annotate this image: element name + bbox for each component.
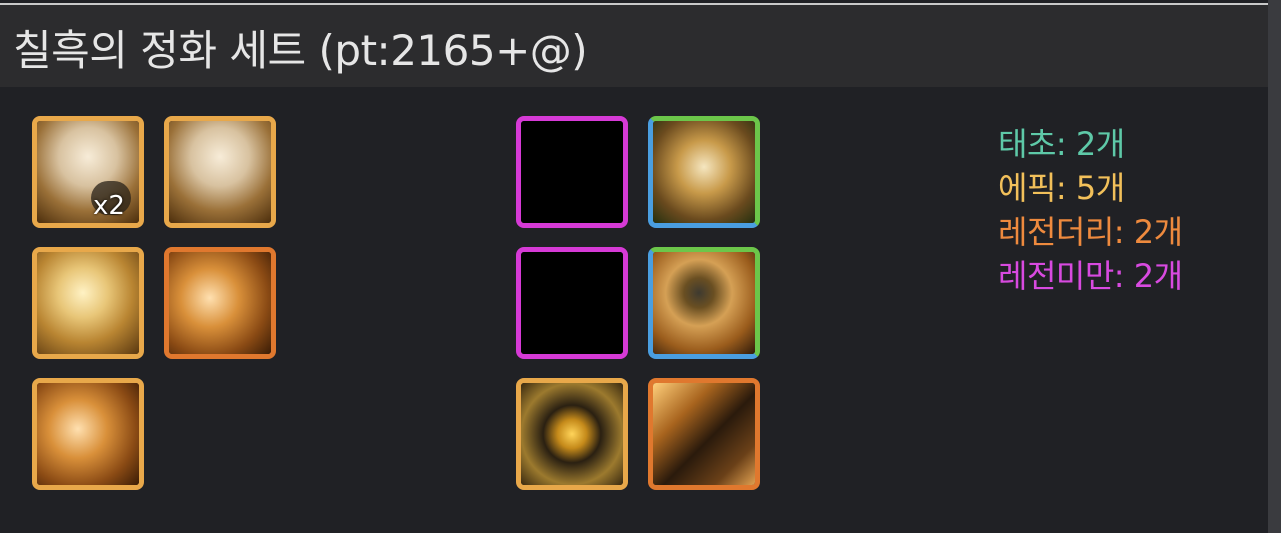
equipment-slot-empty-2[interactable] bbox=[516, 247, 628, 359]
set-header: 칠흑의 정화 세트 (pt:2165+@) bbox=[0, 5, 1268, 87]
equipment-slot-bottom[interactable] bbox=[32, 247, 144, 359]
equipment-slot-book[interactable] bbox=[648, 378, 760, 490]
pants-armor-icon bbox=[37, 252, 139, 354]
ring-icon bbox=[653, 252, 755, 354]
equipment-slot-empty-1[interactable] bbox=[516, 116, 628, 228]
summary-under-legendary: 레전미만: 2개 bbox=[998, 257, 1183, 295]
empty-slot-icon bbox=[521, 252, 623, 354]
summary-taecho: 태초: 2개 bbox=[998, 125, 1125, 163]
chest-armor-icon bbox=[169, 121, 271, 223]
sun-orb-icon bbox=[521, 383, 623, 485]
empty-slot-icon bbox=[521, 121, 623, 223]
book-icon bbox=[653, 383, 755, 485]
set-title: 칠흑의 정화 세트 (pt:2165+@) bbox=[13, 26, 588, 75]
equipment-slot-belt[interactable] bbox=[164, 247, 276, 359]
equipment-slot-shoulder[interactable]: x2 bbox=[32, 116, 144, 228]
summary-epic: 에픽: 5개 bbox=[998, 169, 1125, 207]
belt-armor-icon bbox=[169, 252, 271, 354]
grade-summary: 태초: 2개 에픽: 5개 레전더리: 2개 레전미만: 2개 bbox=[998, 122, 1183, 298]
equipment-slot-sun-orb[interactable] bbox=[516, 378, 628, 490]
set-panel: 칠흑의 정화 세트 (pt:2165+@) x2 태초: 2개 에픽: 5개 레… bbox=[0, 0, 1281, 533]
item-count: x2 bbox=[93, 191, 125, 221]
equipment-slot-necklace[interactable] bbox=[648, 116, 760, 228]
top-divider bbox=[0, 3, 1268, 5]
leaf-necklace-icon bbox=[653, 121, 755, 223]
equipment-slot-top[interactable] bbox=[164, 116, 276, 228]
equipment-slot-shoes[interactable] bbox=[32, 378, 144, 490]
summary-legendary: 레전더리: 2개 bbox=[998, 213, 1183, 251]
scrollbar-track bbox=[1268, 0, 1281, 533]
equipment-slot-ring[interactable] bbox=[648, 247, 760, 359]
boots-armor-icon bbox=[37, 383, 139, 485]
